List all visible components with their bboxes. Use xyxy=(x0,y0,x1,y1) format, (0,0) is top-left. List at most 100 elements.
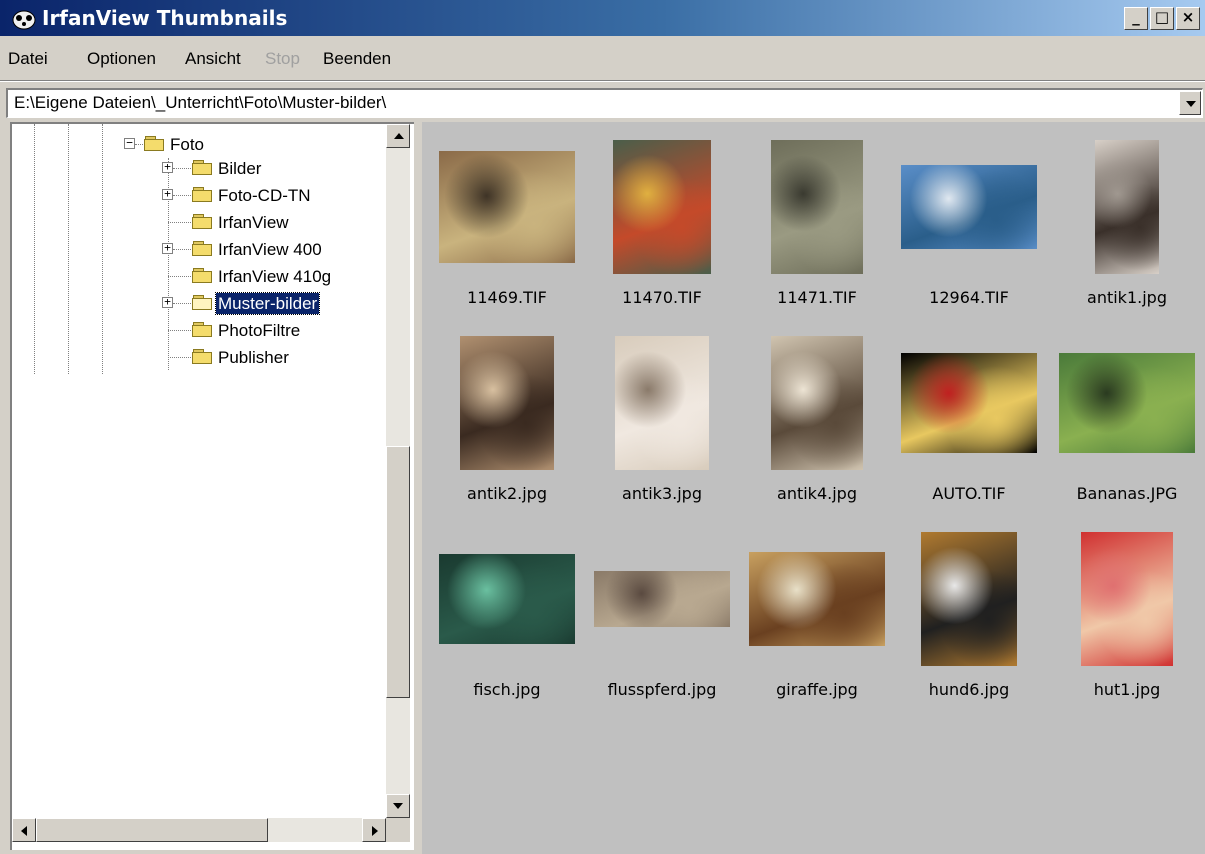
collapse-icon[interactable]: − xyxy=(124,137,135,149)
thumbnail-item[interactable]: 11471.TIF xyxy=(740,132,894,328)
thumbnail-image[interactable] xyxy=(613,140,711,274)
thumbnail-image[interactable] xyxy=(439,151,575,263)
thumbnail-item[interactable]: 11470.TIF xyxy=(585,132,739,328)
thumbnail-filename: Bananas.JPG xyxy=(1076,484,1178,503)
thumbnail-image[interactable] xyxy=(439,554,575,644)
expand-icon[interactable]: + xyxy=(162,188,173,200)
menu-stop[interactable]: Stop xyxy=(265,49,300,69)
tree-guide-line xyxy=(34,124,35,374)
tree-item-label: IrfanView xyxy=(218,213,289,232)
tree-item-label: IrfanView 410g xyxy=(218,267,332,286)
folder-icon xyxy=(192,160,213,176)
arrow-up-icon xyxy=(394,133,404,139)
path-input[interactable]: E:\Eigene Dateien\_Unterricht\Foto\Muste… xyxy=(14,93,386,113)
thumbnail-image[interactable] xyxy=(901,353,1037,453)
folder-icon xyxy=(144,136,165,152)
expand-icon[interactable]: + xyxy=(162,161,173,173)
thumbnail-item[interactable]: Bananas.JPG xyxy=(1050,328,1204,524)
thumbnail-grid: 11469.TIF 11470.TIF 11471.TIF 12964.TIF anti… xyxy=(422,122,1205,854)
arrow-right-icon xyxy=(372,826,378,836)
tree-item-label: PhotoFiltre xyxy=(218,321,301,340)
thumbnail-item[interactable]: giraffe.jpg xyxy=(740,524,894,720)
thumbnail-item[interactable]: antik3.jpg xyxy=(585,328,739,524)
thumbnail-image[interactable] xyxy=(1059,353,1195,453)
thumbnail-item[interactable]: hut1.jpg xyxy=(1050,524,1204,720)
scroll-right-button[interactable] xyxy=(362,818,386,842)
thumbnail-item[interactable]: fisch.jpg xyxy=(430,524,584,720)
tree-item-label: Foto xyxy=(170,135,205,154)
chevron-down-icon xyxy=(1186,101,1196,107)
open-folder-icon xyxy=(192,295,213,311)
tree-item-muster-bilder[interactable]: + Muster-bilder xyxy=(158,292,378,315)
thumbnail-item[interactable]: hund6.jpg xyxy=(892,524,1046,720)
horizontal-scroll-thumb[interactable] xyxy=(36,818,268,842)
thumbnail-filename: antik4.jpg xyxy=(777,484,857,503)
tree-item-irfanview-410g[interactable]: IrfanView 410g xyxy=(158,266,378,288)
thumbnail-item[interactable]: flusspferd.jpg xyxy=(585,524,739,720)
tree-item-foto[interactable]: − Foto xyxy=(124,134,324,156)
tree-connector xyxy=(135,144,143,145)
tree-item-photofiltre[interactable]: PhotoFiltre xyxy=(158,320,378,342)
thumbnail-image[interactable] xyxy=(921,532,1017,666)
tree-item-label: Bilder xyxy=(218,159,262,178)
folder-icon xyxy=(192,241,213,257)
thumbnail-image[interactable] xyxy=(594,571,730,627)
path-combobox[interactable]: E:\Eigene Dateien\_Unterricht\Foto\Muste… xyxy=(6,88,1203,118)
thumbnail-item[interactable]: antik1.jpg xyxy=(1050,132,1204,328)
tree-item-irfanview-400[interactable]: + IrfanView 400 xyxy=(158,239,378,261)
thumbnail-filename: AUTO.TIF xyxy=(932,484,1006,503)
tree-connector xyxy=(173,303,191,304)
menu-datei[interactable]: Datei xyxy=(8,49,48,69)
expand-icon[interactable]: + xyxy=(162,242,173,254)
path-dropdown-button[interactable] xyxy=(1179,91,1201,115)
thumbnail-filename: 12964.TIF xyxy=(929,288,1009,307)
tree-item-label: Muster-bilder xyxy=(214,292,321,315)
folder-icon xyxy=(192,214,213,230)
tree-item-label: Foto-CD-TN xyxy=(218,186,311,205)
thumbnail-image[interactable] xyxy=(1095,140,1159,274)
menu-ansicht[interactable]: Ansicht xyxy=(185,49,241,69)
scroll-down-button[interactable] xyxy=(386,794,410,818)
thumbnail-filename: giraffe.jpg xyxy=(776,680,858,699)
folder-icon xyxy=(192,268,213,284)
menu-optionen[interactable]: Optionen xyxy=(87,49,156,69)
maximize-button[interactable]: □ xyxy=(1150,7,1174,30)
thumbnail-image[interactable] xyxy=(901,165,1037,249)
thumbnail-filename: hut1.jpg xyxy=(1093,680,1161,699)
thumbnail-item[interactable]: AUTO.TIF xyxy=(892,328,1046,524)
thumbnail-item[interactable]: 12964.TIF xyxy=(892,132,1046,328)
title-bar: IrfanView Thumbnails _ □ × xyxy=(0,0,1205,36)
thumbnail-image[interactable] xyxy=(1081,532,1173,666)
tree-item-irfanview[interactable]: IrfanView xyxy=(158,212,378,234)
thumbnail-filename: 11469.TIF xyxy=(467,288,547,307)
tree-vertical-scrollbar[interactable] xyxy=(386,124,410,818)
tree-item-foto-cd-tn[interactable]: + Foto-CD-TN xyxy=(158,185,378,207)
thumbnail-image[interactable] xyxy=(749,552,885,646)
thumbnail-item[interactable]: antik4.jpg xyxy=(740,328,894,524)
thumbnail-item[interactable]: antik2.jpg xyxy=(430,328,584,524)
expand-icon[interactable]: + xyxy=(162,296,173,308)
pane-splitter[interactable] xyxy=(414,122,422,850)
tree-item-label: Publisher xyxy=(218,348,289,367)
scrollbar-corner xyxy=(386,818,410,842)
menu-bar: Datei Optionen Ansicht Stop Beenden xyxy=(0,44,1205,74)
folder-tree[interactable]: − Foto + Bilder + Foto-CD-TN IrfanView +… xyxy=(10,122,414,850)
scroll-up-button[interactable] xyxy=(386,124,410,148)
menu-beenden[interactable]: Beenden xyxy=(323,49,391,69)
tree-connector xyxy=(168,276,191,277)
thumbnail-item[interactable]: 11469.TIF xyxy=(430,132,584,328)
close-button[interactable]: × xyxy=(1176,7,1200,30)
tree-item-bilder[interactable]: + Bilder xyxy=(158,158,378,180)
tree-item-publisher[interactable]: Publisher xyxy=(158,347,378,369)
thumbnail-image[interactable] xyxy=(771,140,863,274)
vertical-scroll-thumb[interactable] xyxy=(386,446,410,698)
minimize-button[interactable]: _ xyxy=(1124,7,1148,30)
scroll-left-button[interactable] xyxy=(12,818,36,842)
tree-horizontal-scrollbar[interactable] xyxy=(12,818,386,842)
thumbnail-filename: 11471.TIF xyxy=(777,288,857,307)
tree-connector xyxy=(173,249,191,250)
thumbnail-image[interactable] xyxy=(460,336,554,470)
tree-guide-line xyxy=(68,124,69,374)
thumbnail-image[interactable] xyxy=(771,336,863,470)
thumbnail-image[interactable] xyxy=(615,336,709,470)
